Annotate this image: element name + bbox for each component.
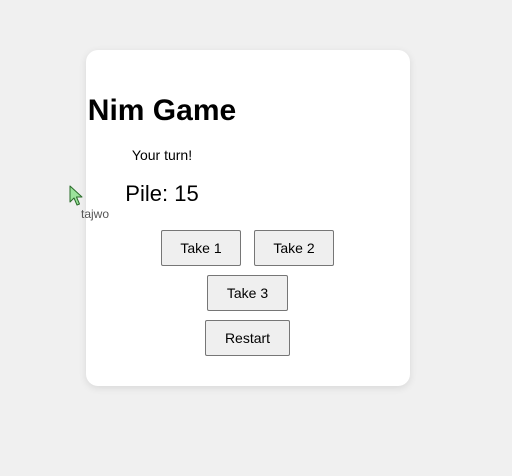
take-2-button[interactable]: Take 2 bbox=[254, 230, 334, 266]
pile-count: Pile: 15 bbox=[125, 181, 199, 206]
mouse-pointer-icon bbox=[69, 185, 83, 206]
game-title: Nim Game bbox=[87, 94, 237, 127]
cursor-user-label: tajwo bbox=[81, 207, 110, 221]
take-1-button[interactable]: Take 1 bbox=[161, 230, 241, 266]
take-3-button[interactable]: Take 3 bbox=[207, 275, 288, 311]
restart-button[interactable]: Restart bbox=[205, 320, 290, 356]
turn-status: Your turn! bbox=[131, 147, 193, 163]
